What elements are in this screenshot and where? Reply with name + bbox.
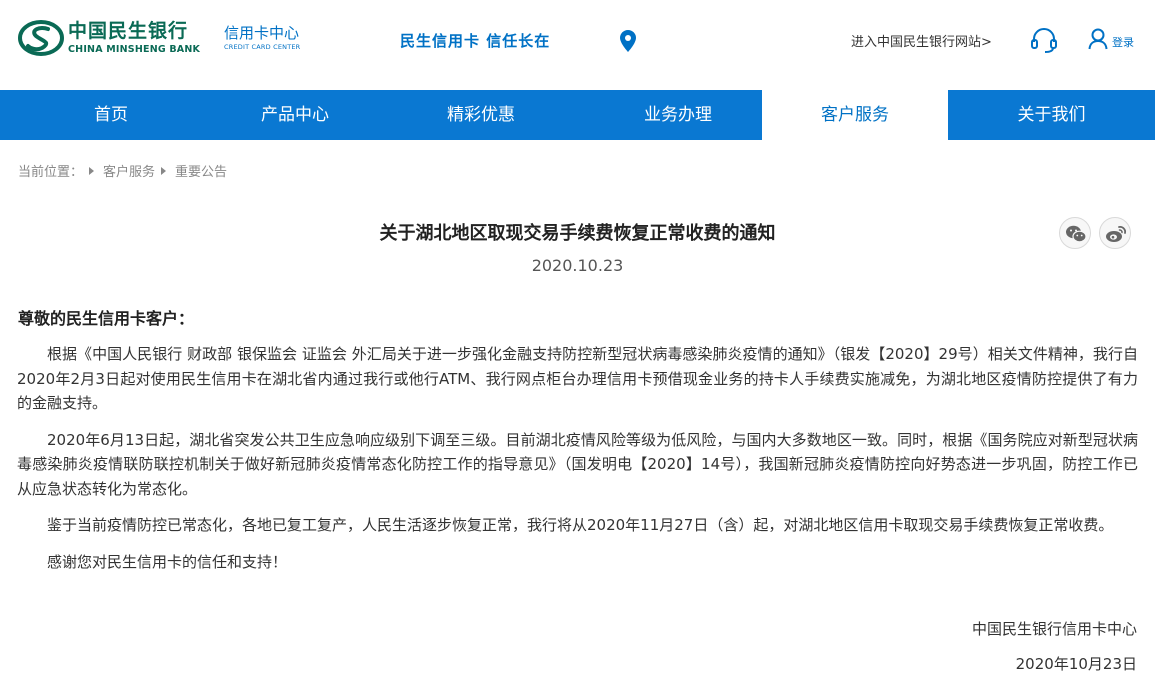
paragraph: 感谢您对民生信用卡的信任和支持！ xyxy=(47,552,288,571)
nav-item-products[interactable]: 产品中心 xyxy=(222,90,368,140)
breadcrumb-arrow-icon xyxy=(89,166,95,175)
share-wechat-button[interactable] xyxy=(1059,217,1091,249)
weibo-icon xyxy=(1106,226,1126,242)
slogan: 民生信用卡 信任长在 xyxy=(400,32,551,50)
article-body: 根据《中国人民银行 财政部 银保监会 证监会 外汇局关于进一步强化金融支持防控新… xyxy=(17,342,1138,586)
nav-item-home[interactable]: 首页 xyxy=(0,90,222,140)
headset-support-icon[interactable] xyxy=(1030,27,1058,53)
paragraph: 2020年6月13日起，湖北省突发公共卫生应急响应级别下调至三级。目前湖北疫情风… xyxy=(17,430,1138,498)
login-label: 登录 xyxy=(1112,36,1134,49)
breadcrumb: 当前位置： 客户服务 重要公告 xyxy=(18,161,227,180)
article-date: 2020.10.23 xyxy=(531,256,624,275)
logo-en-text: CHINA MINSHENG BANK xyxy=(68,43,201,55)
breadcrumb-announcements[interactable]: 重要公告 xyxy=(175,161,227,180)
location-icon[interactable] xyxy=(620,30,636,52)
login-button[interactable]: 登录 xyxy=(1088,28,1134,50)
enter-bank-site-link[interactable]: 进入中国民生银行网站> xyxy=(851,31,992,50)
wechat-icon xyxy=(1066,225,1087,243)
minsheng-logo-icon xyxy=(18,20,64,56)
signature-date: 2020年10月23日 xyxy=(1015,655,1137,673)
center-cn-text: 信用卡中心 xyxy=(224,24,300,42)
bank-logo[interactable]: 中国民生银行 CHINA MINSHENG BANK xyxy=(18,20,200,56)
article-title: 关于湖北地区取现交易手续费恢复正常收费的通知 xyxy=(379,223,776,244)
breadcrumb-customer-service[interactable]: 客户服务 xyxy=(103,161,155,180)
greeting: 尊敬的民生信用卡客户： xyxy=(18,309,195,328)
paragraph: 根据《中国人民银行 财政部 银保监会 证监会 外汇局关于进一步强化金融支持防控新… xyxy=(17,345,1138,412)
nav-item-about-us[interactable]: 关于我们 xyxy=(948,90,1155,140)
site-header: 中国民生银行 CHINA MINSHENG BANK 信用卡中心 CREDIT … xyxy=(0,0,1155,90)
paragraph: 鉴于当前疫情防控已常态化，各地已复工复产，人民生活逐步恢复正常，我行将从2020… xyxy=(47,516,1114,534)
nav-item-offers[interactable]: 精彩优惠 xyxy=(368,90,594,140)
nav-item-customer-service[interactable]: 客户服务 xyxy=(762,90,948,140)
nav-item-services[interactable]: 业务办理 xyxy=(594,90,762,140)
share-weibo-button[interactable] xyxy=(1099,217,1131,249)
center-en-text: CREDIT CARD CENTER xyxy=(224,43,301,51)
signature-organization: 中国民生银行信用卡中心 xyxy=(971,620,1137,638)
credit-card-center-title: 信用卡中心 CREDIT CARD CENTER xyxy=(224,26,300,51)
main-nav: 首页 产品中心 精彩优惠 业务办理 客户服务 关于我们 xyxy=(0,90,1155,140)
breadcrumb-prefix: 当前位置： xyxy=(18,165,84,180)
user-icon xyxy=(1088,28,1108,50)
breadcrumb-arrow-icon xyxy=(161,166,167,175)
logo-cn-text: 中国民生银行 xyxy=(68,19,189,42)
